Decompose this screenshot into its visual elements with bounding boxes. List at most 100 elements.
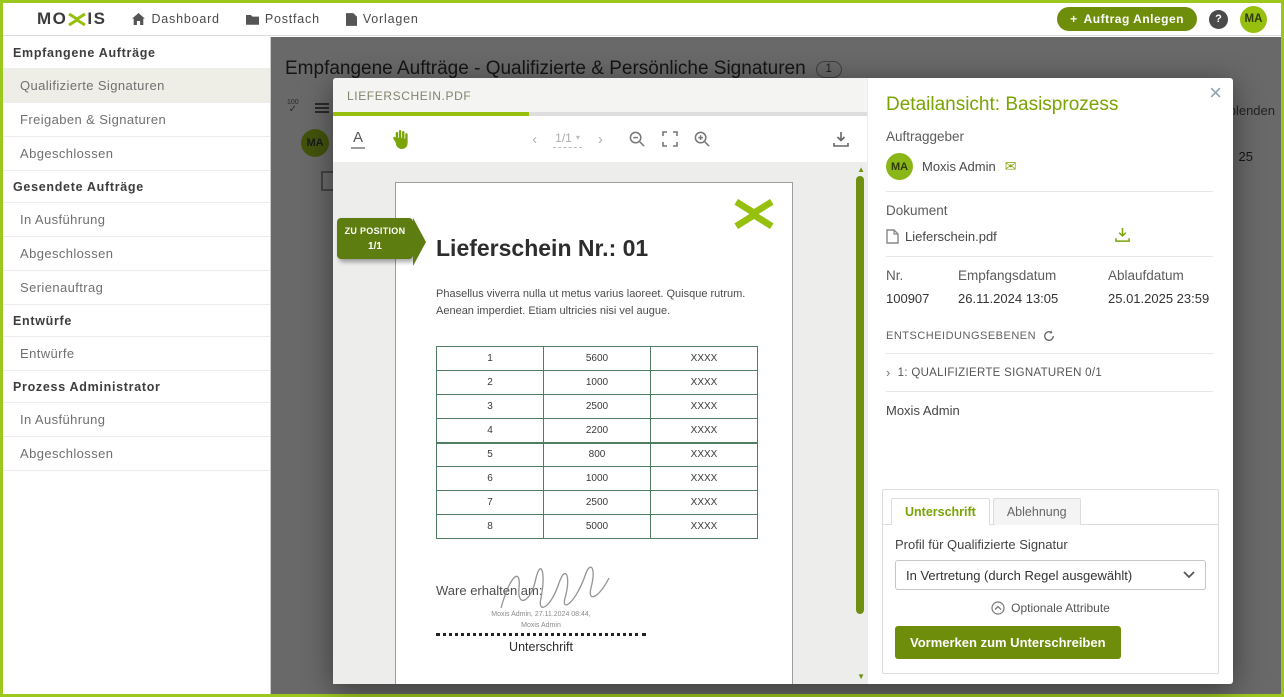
sidebar-section-entwuerfe: Entwürfe bbox=[3, 305, 270, 337]
sidebar-item-in-ausfuehrung-1[interactable]: In Ausführung bbox=[3, 203, 270, 237]
menu-item-vorlagen[interactable]: Vorlagen bbox=[346, 12, 419, 26]
plus-icon: + bbox=[1070, 12, 1078, 26]
sidebar-section-gesendete: Gesendete Aufträge bbox=[3, 171, 270, 203]
received-date-value: 26.11.2024 13:05 bbox=[958, 291, 1108, 306]
level-signer-name: Moxis Admin bbox=[886, 403, 1213, 418]
client-avatar: MA bbox=[886, 153, 913, 180]
chevron-right-icon: › bbox=[886, 365, 891, 380]
tab-ablehnung[interactable]: Ablehnung bbox=[993, 498, 1081, 525]
pdf-document-title: Lieferschein Nr.: 01 bbox=[436, 235, 792, 262]
document-label: Dokument bbox=[886, 203, 1213, 218]
zoom-in-icon[interactable] bbox=[694, 131, 711, 148]
tab-lieferschein-pdf[interactable]: LIEFERSCHEIN.PDF bbox=[333, 78, 511, 112]
detail-modal: LIEFERSCHEIN.PDF A ‹ 1/1 ▾ › bbox=[333, 78, 1233, 684]
nr-label: Nr. bbox=[886, 268, 958, 283]
pdf-page: Lieferschein Nr.: 01 Phasellus viverra n… bbox=[395, 182, 793, 684]
scroll-up-arrow[interactable]: ▲ bbox=[857, 165, 865, 174]
table-row: 85000XXXX bbox=[437, 515, 758, 539]
menu-label: Vorlagen bbox=[363, 12, 419, 26]
close-icon[interactable]: × bbox=[1209, 80, 1222, 106]
order-meta: Nr. 100907 Empfangsdatum 26.11.2024 13:0… bbox=[886, 268, 1213, 306]
pdf-body-text: Phasellus viverra nulla ut metus varius … bbox=[436, 286, 752, 320]
pdf-data-table: 15600XXXX 21000XXXX 32500XXXX 42200XXXX … bbox=[436, 346, 758, 539]
pdf-toolbar: A ‹ 1/1 ▾ › bbox=[333, 116, 867, 162]
submit-signature-button[interactable]: Vormerken zum Unterschreiben bbox=[895, 626, 1121, 659]
expiry-date-label: Ablaufdatum bbox=[1108, 268, 1209, 283]
sidebar-item-entwuerfe[interactable]: Entwürfe bbox=[3, 337, 270, 371]
folder-icon bbox=[246, 14, 259, 25]
divider bbox=[886, 191, 1213, 192]
signature-caption: Unterschrift bbox=[436, 640, 646, 654]
divider bbox=[886, 353, 1213, 354]
document-tabbar: LIEFERSCHEIN.PDF bbox=[333, 78, 867, 116]
decision-level-1[interactable]: › 1: QUALIFIZIERTE SIGNATUREN 0/1 bbox=[886, 365, 1213, 380]
refresh-icon[interactable] bbox=[1043, 330, 1055, 342]
optional-attributes-toggle[interactable]: Optionale Attribute bbox=[895, 601, 1206, 615]
next-page-icon[interactable]: › bbox=[598, 131, 603, 148]
menu-item-dashboard[interactable]: Dashboard bbox=[132, 12, 219, 26]
table-row: 15600XXXX bbox=[437, 347, 758, 371]
client-name: Moxis Admin bbox=[922, 159, 996, 174]
sidebar-item-abgeschlossen-2[interactable]: Abgeschlossen bbox=[3, 237, 270, 271]
moxis-logo[interactable]: MO IS bbox=[37, 9, 106, 29]
help-icon[interactable]: ? bbox=[1209, 10, 1228, 29]
divider bbox=[886, 391, 1213, 392]
active-tab-indicator bbox=[333, 112, 529, 116]
chevron-down-icon bbox=[1183, 571, 1195, 579]
zoom-out-icon[interactable] bbox=[629, 131, 646, 148]
page-navigation: ‹ 1/1 ▾ › bbox=[532, 131, 711, 148]
document-row: Lieferschein.pdf bbox=[886, 227, 1213, 245]
pdf-scrollbar-thumb[interactable] bbox=[856, 176, 864, 614]
topbar-right-cluster: + Auftrag Anlegen ? MA bbox=[1057, 6, 1281, 33]
sidebar-item-freigaben-signaturen[interactable]: Freigaben & Signaturen bbox=[3, 103, 270, 137]
detail-panel: × Detailansicht: Basisprozess Auftraggeb… bbox=[867, 78, 1233, 684]
divider bbox=[886, 256, 1213, 257]
sidebar-item-serienauftrag[interactable]: Serienauftrag bbox=[3, 271, 270, 305]
menu-item-postfach[interactable]: Postfach bbox=[246, 12, 320, 26]
top-navigation-bar: MO IS Dashboard Postfach Vorlagen + Auft… bbox=[3, 3, 1281, 36]
caret-down-icon: ▾ bbox=[576, 133, 580, 142]
sidebar-section-empfangene: Empfangene Aufträge bbox=[3, 37, 270, 69]
table-row: 32500XXXX bbox=[437, 395, 758, 419]
detail-title: Detailansicht: Basisprozess bbox=[886, 94, 1213, 116]
signature-line bbox=[436, 633, 646, 636]
selected-profile-value: In Vertretung (durch Regel ausgewählt) bbox=[906, 568, 1132, 583]
text-annotation-tool[interactable]: A bbox=[351, 129, 365, 149]
pdf-viewer-pane: LIEFERSCHEIN.PDF A ‹ 1/1 ▾ › bbox=[333, 78, 867, 684]
action-tabs: Unterschrift Ablehnung bbox=[883, 490, 1218, 525]
envelope-icon[interactable]: ✉ bbox=[1005, 158, 1017, 175]
table-row: 5800XXXX bbox=[437, 443, 758, 467]
document-icon bbox=[346, 13, 357, 26]
page-number-dropdown[interactable]: 1/1 ▾ bbox=[553, 131, 582, 148]
handwritten-signature bbox=[491, 551, 621, 623]
pdf-file-icon bbox=[886, 229, 899, 244]
download-pdf-icon[interactable] bbox=[833, 131, 849, 147]
menu-label: Postfach bbox=[265, 12, 320, 26]
sidebar-item-qualifizierte-signaturen[interactable]: Qualifizierte Signaturen bbox=[3, 69, 270, 103]
create-order-label: Auftrag Anlegen bbox=[1084, 12, 1184, 26]
sidebar-section-prozess-admin: Prozess Administrator bbox=[3, 371, 270, 403]
table-row: 21000XXXX bbox=[437, 371, 758, 395]
document-name[interactable]: Lieferschein.pdf bbox=[905, 229, 997, 244]
received-date-label: Empfangsdatum bbox=[958, 268, 1108, 283]
fullscreen-icon[interactable] bbox=[662, 131, 678, 147]
logo-text-prefix: MO bbox=[37, 9, 67, 29]
table-row: 42200XXXX bbox=[437, 419, 758, 443]
home-icon bbox=[132, 13, 145, 25]
hand-pan-tool[interactable] bbox=[391, 129, 410, 150]
main-menu: Dashboard Postfach Vorlagen bbox=[132, 12, 418, 26]
sidebar-item-abgeschlossen-1[interactable]: Abgeschlossen bbox=[3, 137, 270, 171]
jump-to-position-badge[interactable]: ZU POSITION 1/1 bbox=[337, 218, 413, 259]
user-avatar[interactable]: MA bbox=[1240, 6, 1267, 33]
sidebar-item-abgeschlossen-3[interactable]: Abgeschlossen bbox=[3, 437, 270, 471]
circle-chevron-icon bbox=[991, 601, 1005, 615]
previous-page-icon[interactable]: ‹ bbox=[532, 131, 537, 148]
moxis-x-icon bbox=[68, 13, 86, 26]
download-document-icon[interactable] bbox=[1115, 227, 1130, 245]
create-order-button[interactable]: + Auftrag Anlegen bbox=[1057, 7, 1197, 31]
scroll-down-arrow[interactable]: ▼ bbox=[857, 672, 865, 681]
expiry-date-value: 25.01.2025 23:59 bbox=[1108, 291, 1209, 306]
tab-unterschrift[interactable]: Unterschrift bbox=[891, 498, 990, 525]
signature-profile-select[interactable]: In Vertretung (durch Regel ausgewählt) bbox=[895, 560, 1206, 590]
sidebar-item-in-ausfuehrung-2[interactable]: In Ausführung bbox=[3, 403, 270, 437]
